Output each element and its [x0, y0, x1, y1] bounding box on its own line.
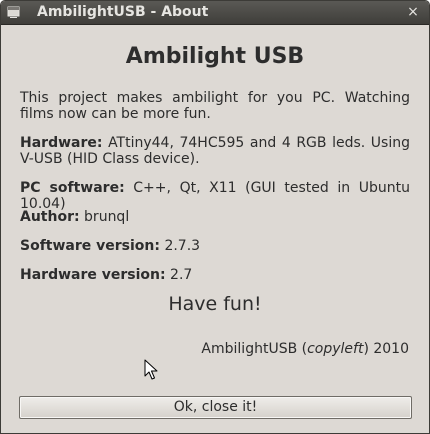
window-title: AmbilightUSB - About [37, 4, 209, 20]
copyright-year: ) 2010 [363, 341, 409, 357]
copyright-text: AmbilightUSB (copyleft) 2010 [201, 341, 409, 357]
hardware-info: Hardware: ATtiny44, 74HC595 and 4 RGB le… [20, 135, 410, 167]
hardware-version-value: 2.7 [170, 267, 193, 283]
copyright-name: AmbilightUSB ( [201, 341, 308, 357]
description-text: This project makes ambilight for you PC.… [20, 90, 410, 122]
author-label: Author: [20, 209, 80, 225]
hardware-version-label: Hardware version: [20, 267, 166, 283]
close-icon[interactable]: × [405, 4, 421, 20]
dialog-content: Ambilight USB This project makes ambilig… [1, 25, 429, 433]
mouse-pointer-icon [144, 359, 158, 380]
title-bar[interactable]: AmbilightUSB - About × [1, 1, 429, 25]
app-window-icon[interactable] [7, 6, 20, 19]
author-value: brunql [84, 209, 130, 225]
about-dialog: AmbilightUSB - About × Ambilight USB Thi… [0, 0, 430, 434]
software-version-info: Software version: 2.7.3 [20, 238, 410, 254]
software-version-value: 2.7.3 [164, 238, 201, 254]
software-version-label: Software version: [20, 238, 160, 254]
hardware-label: Hardware: [20, 135, 103, 151]
have-fun-text: Have fun! [168, 293, 262, 315]
copyleft-word: copyleft [307, 341, 364, 357]
author-info: Author: brunql [20, 209, 410, 225]
hardware-version-info: Hardware version: 2.7 [20, 267, 410, 283]
close-dialog-button[interactable]: Ok, close it! [19, 396, 412, 419]
pc-software-label: PC software: [20, 180, 125, 196]
page-title: Ambilight USB [125, 44, 305, 69]
pc-software-info: PC software: C++, Qt, X11 (GUI tested in… [20, 180, 410, 212]
